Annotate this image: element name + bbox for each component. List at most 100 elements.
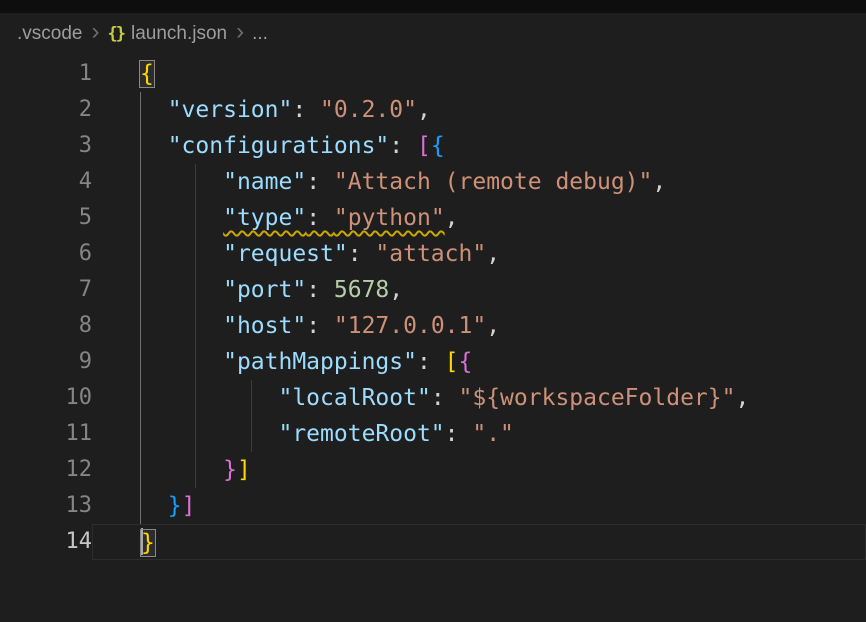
code-token: :	[389, 133, 417, 159]
code-text: {	[140, 61, 154, 87]
code-line: 6 "request": "attach",	[0, 236, 866, 272]
code-token: [	[417, 133, 431, 159]
code-content[interactable]: "pathMappings": [{	[92, 344, 866, 380]
indent-guide	[195, 272, 196, 308]
breadcrumb-label: launch.json	[131, 23, 227, 45]
code-line: 2 "version": "0.2.0",	[0, 92, 866, 128]
code-content[interactable]: "localRoot": "${workspaceFolder}",	[92, 380, 866, 416]
code-content[interactable]: "port": 5678,	[92, 272, 866, 308]
line-number[interactable]: 8	[0, 308, 92, 344]
code-token: "127.0.0.1"	[334, 313, 486, 339]
code-token: "${workspaceFolder}"	[459, 385, 736, 411]
code-line: 10 "localRoot": "${workspaceFolder}",	[0, 380, 866, 416]
code-text: "localRoot": "${workspaceFolder}",	[140, 385, 749, 411]
code-content[interactable]: {	[92, 56, 866, 92]
code-line: 4 "name": "Attach (remote debug)",	[0, 164, 866, 200]
code-text: "pathMappings": [{	[140, 349, 472, 375]
code-token: "remoteRoot"	[278, 421, 444, 447]
line-number[interactable]: 4	[0, 164, 92, 200]
line-number[interactable]: 2	[0, 92, 92, 128]
line-number[interactable]: 13	[0, 488, 92, 524]
line-number[interactable]: 9	[0, 344, 92, 380]
code-line: 3 "configurations": [{	[0, 128, 866, 164]
line-number[interactable]: 12	[0, 452, 92, 488]
indent-guide	[195, 164, 196, 200]
code-token: {	[431, 133, 445, 159]
line-number[interactable]: 1	[0, 56, 92, 92]
code-text: "host": "127.0.0.1",	[140, 313, 500, 339]
indent-guide	[140, 92, 141, 128]
vscode-editor-window: .vscode›{}launch.json›... 1{2 "version":…	[0, 0, 866, 622]
code-content[interactable]: "request": "attach",	[92, 236, 866, 272]
code-content[interactable]: }]	[92, 452, 866, 488]
breadcrumb-item-file[interactable]: {} launch.json	[107, 23, 227, 45]
code-token: ]	[182, 493, 196, 519]
code-token: "0.2.0"	[320, 97, 417, 123]
code-text: "configurations": [{	[140, 133, 445, 159]
code-line: 1{	[0, 56, 866, 92]
code-token: {	[459, 349, 473, 375]
code-token: "version"	[168, 97, 293, 123]
json-file-icon: {}	[107, 24, 123, 44]
indent-guide	[195, 380, 196, 416]
code-text: "name": "Attach (remote debug)",	[140, 169, 666, 195]
code-content[interactable]: "version": "0.2.0",	[92, 92, 866, 128]
code-token: "python"	[334, 205, 445, 231]
breadcrumb-label: .vscode	[17, 23, 82, 45]
code-token: :	[348, 241, 376, 267]
indent-guide	[195, 452, 196, 488]
line-number[interactable]: 10	[0, 380, 92, 416]
code-content[interactable]: "configurations": [{	[92, 128, 866, 164]
breadcrumb-item-more[interactable]: ...	[252, 23, 268, 45]
indent-guide	[195, 416, 196, 452]
indent-guide	[195, 200, 196, 236]
code-token: :	[306, 169, 334, 195]
code-token: ,	[445, 205, 459, 231]
indent-guide	[195, 308, 196, 344]
indent-guide	[140, 380, 141, 416]
code-content[interactable]: "remoteRoot": "."	[92, 416, 866, 452]
code-text: }]	[140, 493, 195, 519]
code-line: 8 "host": "127.0.0.1",	[0, 308, 866, 344]
indent-guide	[195, 344, 196, 380]
code-token: }	[168, 493, 182, 519]
line-number[interactable]: 6	[0, 236, 92, 272]
indent-guide	[140, 128, 141, 164]
line-number[interactable]: 5	[0, 200, 92, 236]
indent-guide	[140, 308, 141, 344]
code-token: "name"	[223, 169, 306, 195]
code-token: ,	[486, 241, 500, 267]
code-token: ,	[486, 313, 500, 339]
indent-guide	[140, 416, 141, 452]
code-line: 14}	[0, 524, 866, 560]
line-number[interactable]: 3	[0, 128, 92, 164]
code-line: 5 "type": "python",	[0, 200, 866, 236]
code-token: "attach"	[375, 241, 486, 267]
code-content[interactable]: "host": "127.0.0.1",	[92, 308, 866, 344]
code-content[interactable]: "name": "Attach (remote debug)",	[92, 164, 866, 200]
code-token: "Attach (remote debug)"	[334, 169, 653, 195]
editor: 1{2 "version": "0.2.0",3 "configurations…	[0, 55, 866, 560]
editor-top-strip	[0, 0, 866, 13]
code-token: ,	[735, 385, 749, 411]
code-token: "localRoot"	[278, 385, 430, 411]
code-content[interactable]: "type": "python",	[92, 200, 866, 236]
code-content[interactable]: }]	[92, 488, 866, 524]
code-token: ]	[237, 457, 251, 483]
code-text: "request": "attach",	[140, 241, 500, 267]
line-number[interactable]: 7	[0, 272, 92, 308]
code-token: :	[417, 349, 445, 375]
code-content[interactable]: }	[92, 524, 866, 560]
code-token: [	[445, 349, 459, 375]
breadcrumb-item-folder[interactable]: .vscode	[17, 23, 82, 45]
indent-guide	[140, 164, 141, 200]
code-token: ,	[417, 97, 431, 123]
code-token: :	[306, 205, 334, 231]
line-number[interactable]: 11	[0, 416, 92, 452]
indent-guide	[140, 344, 141, 380]
code-token: :	[306, 313, 334, 339]
line-number[interactable]: 14	[0, 524, 92, 560]
indent-guide	[251, 416, 252, 452]
indent-guide	[195, 236, 196, 272]
code-token: {	[140, 61, 154, 87]
